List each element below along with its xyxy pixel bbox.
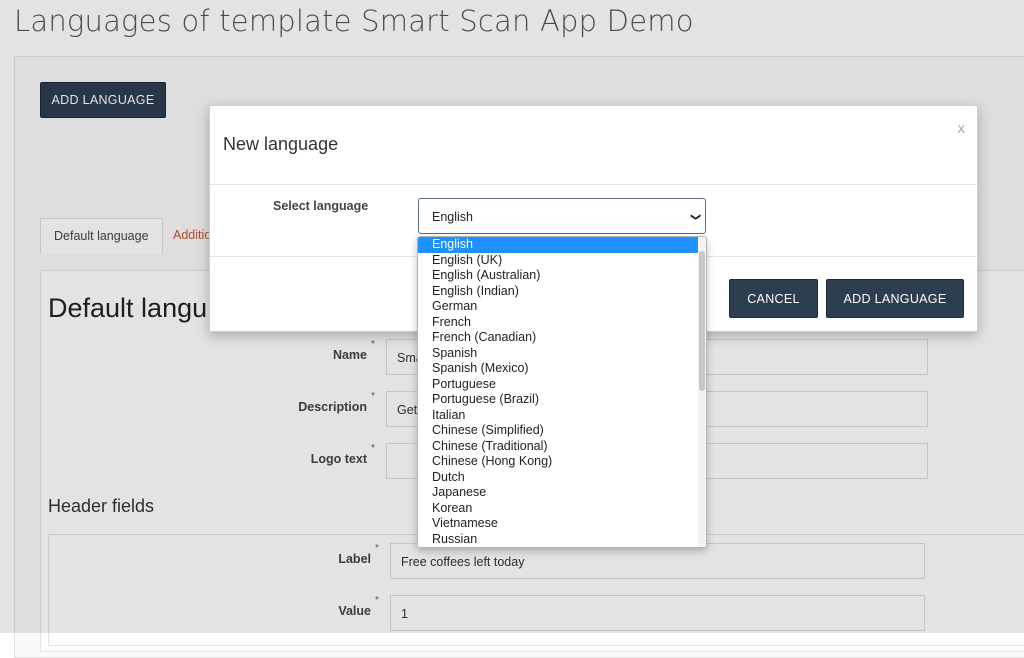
language-option[interactable]: Spanish (Mexico) [418,361,698,377]
modal-title: New language [223,134,339,154]
language-option[interactable]: English (Australian) [418,268,698,284]
language-option[interactable]: Italian [418,408,698,424]
language-option[interactable]: Japanese [418,485,698,501]
language-option[interactable]: French (Canadian) [418,330,698,346]
language-option[interactable]: Chinese (Traditional) [418,439,698,455]
dropdown-scrollbar[interactable] [698,237,706,547]
select-language-label: Select language [273,199,369,213]
language-option[interactable]: German [418,299,698,315]
add-language-confirm-button[interactable]: ADD LANGUAGE [826,279,964,318]
language-option[interactable]: Portuguese (Brazil) [418,392,698,408]
language-option[interactable]: Chinese (Simplified) [418,423,698,439]
language-option[interactable]: English [418,237,698,253]
scrollbar-thumb[interactable] [699,251,705,391]
language-dropdown-list[interactable]: English English (UK) English (Australian) E… [417,236,707,548]
language-select[interactable]: English ❯ [418,198,706,234]
language-option[interactable]: English (Indian) [418,284,698,300]
language-option[interactable]: Vietnamese [418,516,698,532]
language-option[interactable]: French [418,315,698,331]
language-option[interactable]: Dutch [418,470,698,486]
modal-divider [210,184,977,185]
cancel-button[interactable]: CANCEL [729,279,818,318]
language-option[interactable]: Spanish [418,346,698,362]
language-select-value: English [432,210,473,224]
chevron-down-icon: ❯ [689,212,701,222]
language-option[interactable]: Russian [418,532,698,548]
language-option[interactable]: Portuguese [418,377,698,393]
language-option[interactable]: Korean [418,501,698,517]
close-icon[interactable]: x [958,120,966,137]
language-option[interactable]: Chinese (Hong Kong) [418,454,698,470]
language-option[interactable]: English (UK) [418,253,698,269]
